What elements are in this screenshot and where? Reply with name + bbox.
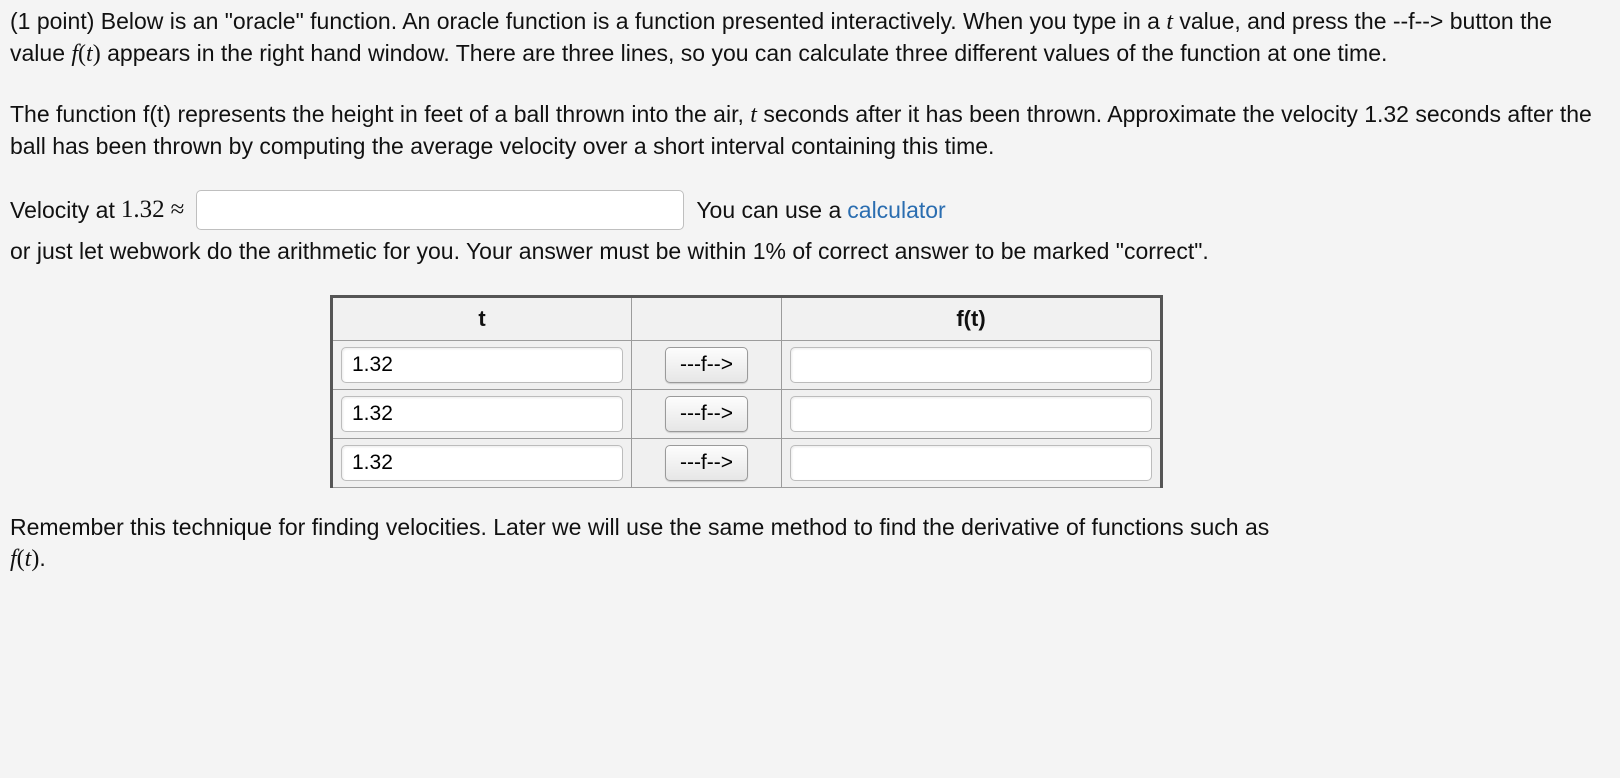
oracle-row: ---f--> [332, 389, 1162, 438]
t-input-1[interactable] [341, 347, 623, 383]
approx-symbol: ≈ [171, 193, 185, 227]
after-input-b: or just let webwork do the arithmetic fo… [10, 236, 1209, 267]
context-paragraph: The function f(t) represents the height … [10, 99, 1610, 162]
oracle-table-wrap: t f(t) ---f--> ---f--> --- [10, 295, 1610, 488]
para2-a: The function f(t) represents the height … [10, 101, 750, 127]
point-label: (1 point) [10, 8, 101, 34]
oracle-table: t f(t) ---f--> ---f--> --- [330, 295, 1163, 488]
ft-output-3[interactable] [790, 445, 1152, 481]
oracle-head-ft: f(t) [782, 297, 1162, 341]
intro-text-1c: appears in the right hand window. There … [101, 40, 1388, 66]
ft-output-1[interactable] [790, 347, 1152, 383]
oracle-head-t: t [332, 297, 632, 341]
t-input-2[interactable] [341, 396, 623, 432]
velocity-time: 1.32 [121, 193, 165, 227]
fn-ft: f(t) [71, 41, 100, 67]
problem-page: (1 point) Below is an "oracle" function.… [0, 0, 1620, 599]
var-t-2: t [750, 102, 757, 128]
oracle-header-row: t f(t) [332, 297, 1162, 341]
f-button-3[interactable]: ---f--> [665, 445, 748, 481]
intro-paragraph: (1 point) Below is an "oracle" function.… [10, 6, 1610, 71]
oracle-head-blank [632, 297, 782, 341]
answer-paragraph: Velocity at 1.32 ≈ You can use a calcula… [10, 190, 1610, 267]
var-t: t [1166, 9, 1173, 35]
velocity-label-a: Velocity at [10, 195, 115, 226]
intro-text-1a: Below is an "oracle" function. An oracle… [101, 8, 1167, 34]
t-input-3[interactable] [341, 445, 623, 481]
oracle-row: ---f--> [332, 438, 1162, 487]
fn-ft-footer: f(t) [10, 546, 39, 572]
footer-paragraph: Remember this technique for finding velo… [10, 512, 1610, 575]
f-button-1[interactable]: ---f--> [665, 347, 748, 383]
footer-b: . [39, 545, 45, 571]
f-button-2[interactable]: ---f--> [665, 396, 748, 432]
velocity-answer-input[interactable] [196, 190, 684, 230]
after-input-a: You can use a [696, 195, 841, 226]
ft-output-2[interactable] [790, 396, 1152, 432]
footer-a: Remember this technique for finding velo… [10, 514, 1269, 540]
calculator-link[interactable]: calculator [847, 195, 945, 226]
oracle-row: ---f--> [332, 340, 1162, 389]
